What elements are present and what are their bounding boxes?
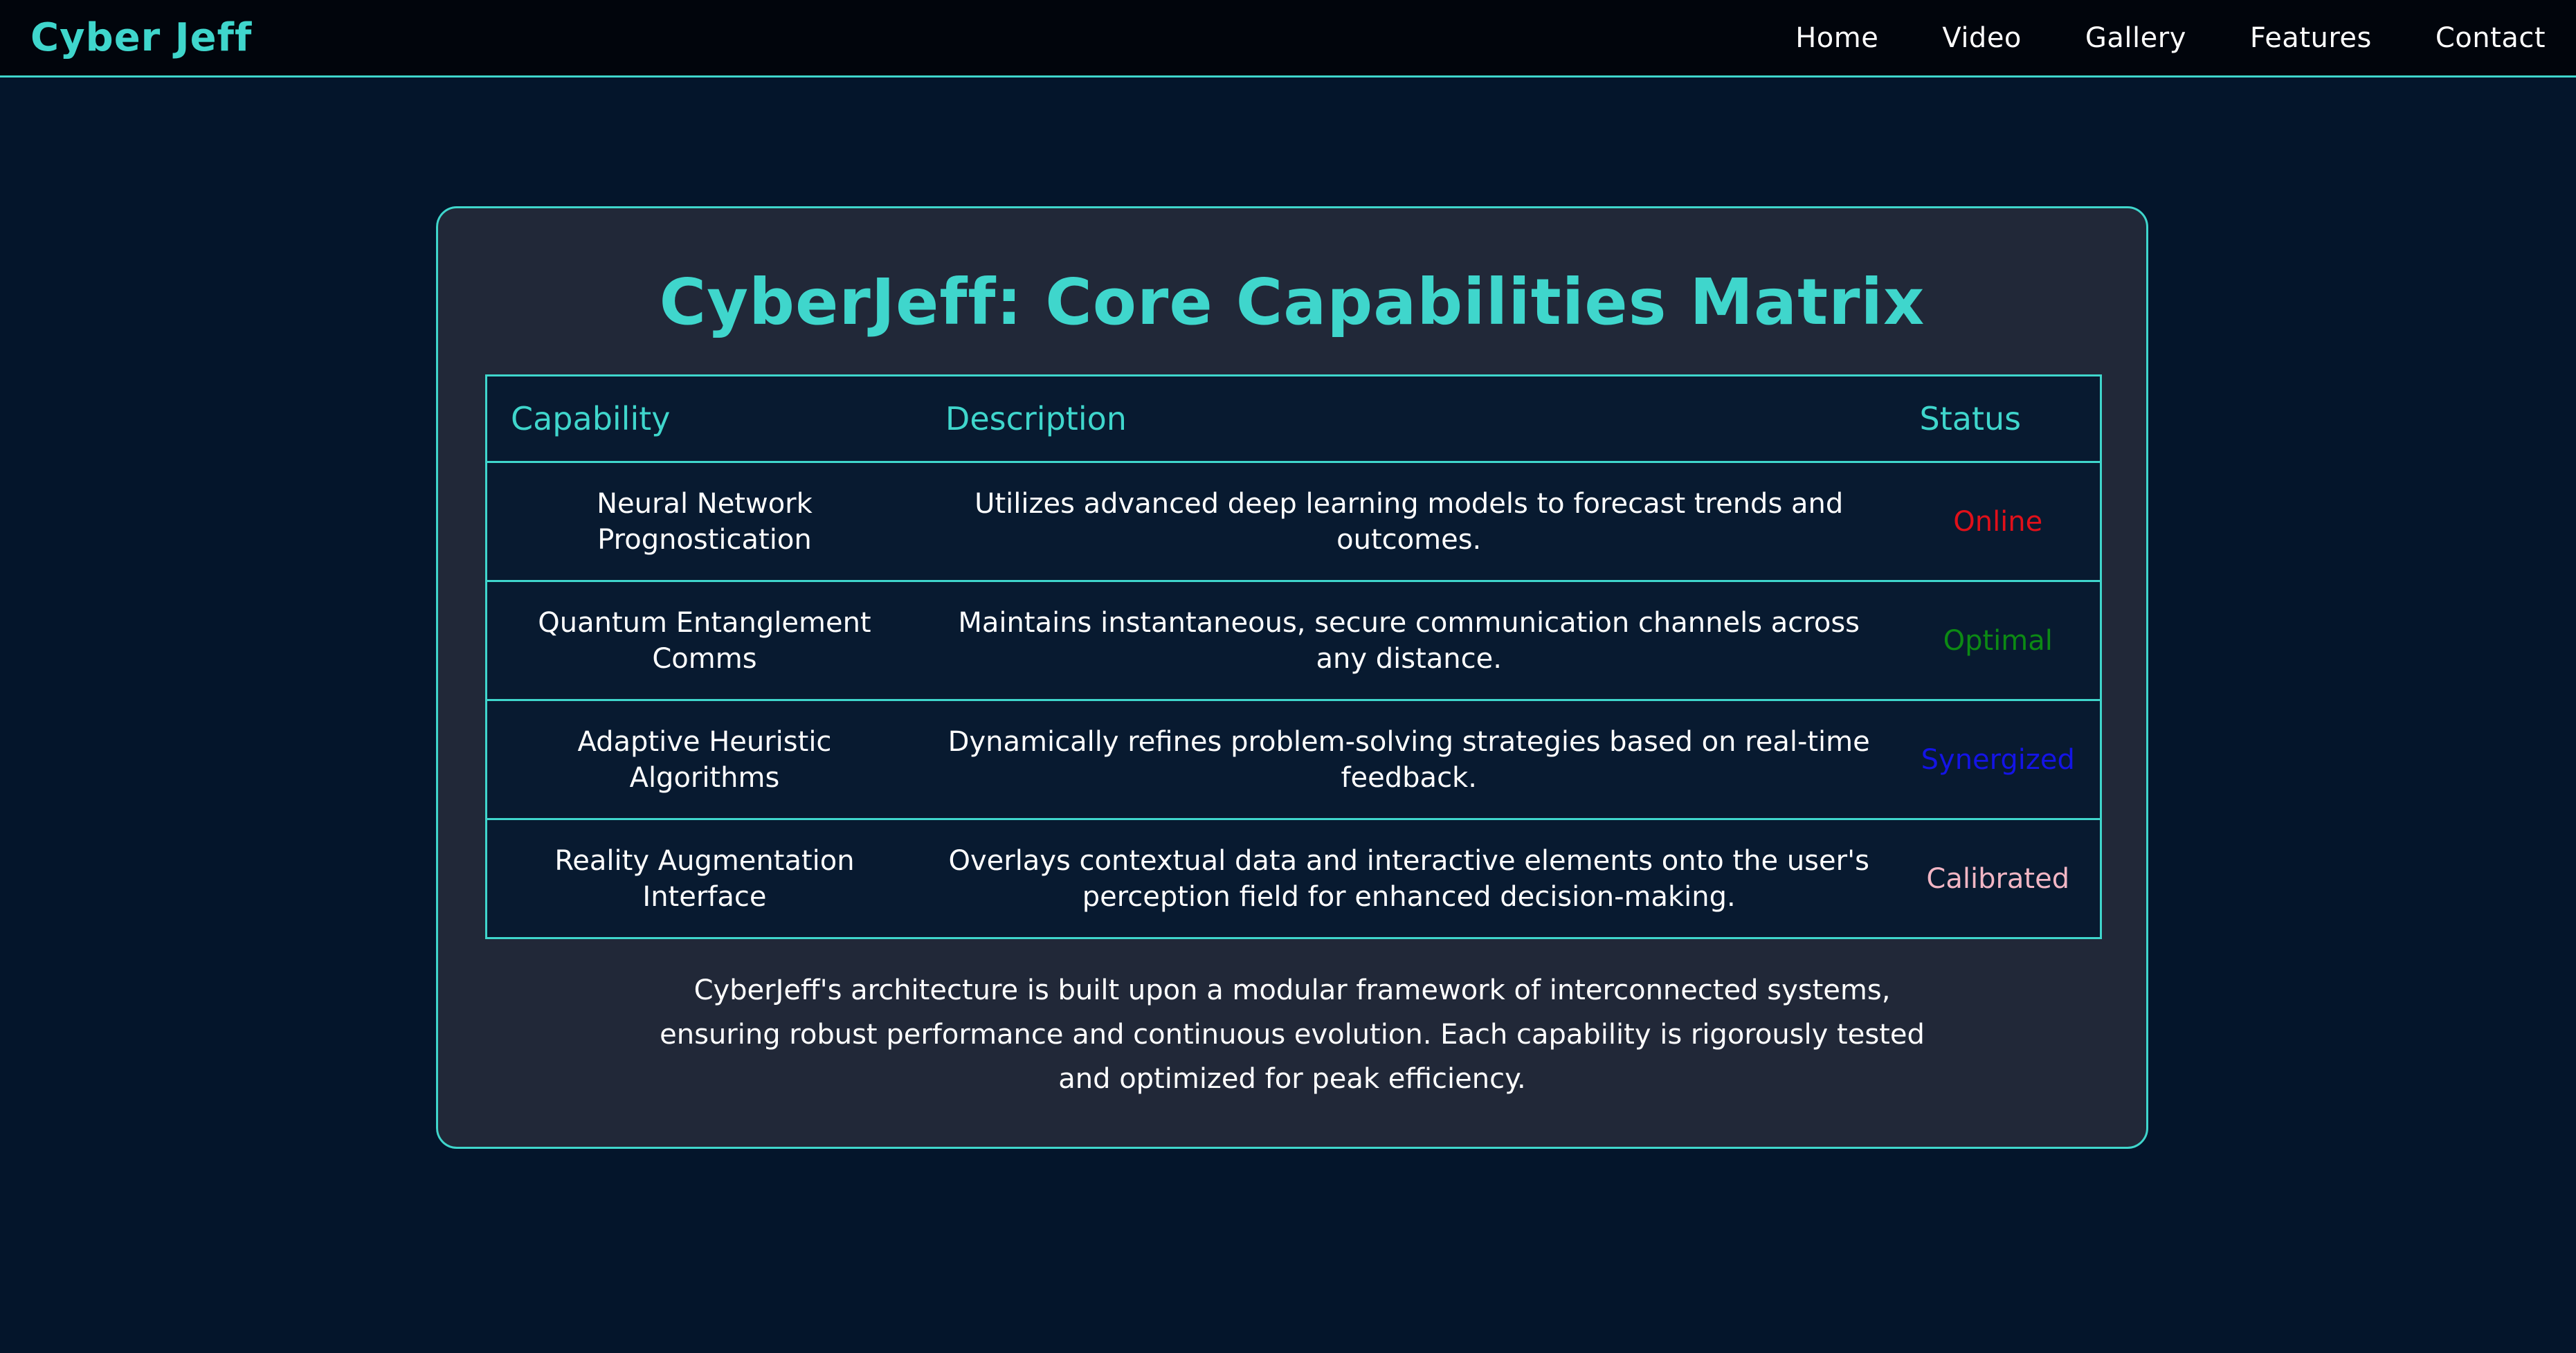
- capability-cell: Quantum Entanglement Comms: [486, 581, 922, 701]
- capabilities-panel: CyberJeff: Core Capabilities Matrix Capa…: [436, 206, 2148, 1149]
- header-capability: Capability: [486, 375, 922, 463]
- header-description: Description: [921, 375, 1896, 463]
- description-cell: Maintains instantaneous, secure communic…: [921, 581, 1896, 701]
- nav-link-gallery[interactable]: Gallery: [2085, 22, 2186, 54]
- table-header-row: Capability Description Status: [486, 375, 2101, 463]
- status-cell: Online: [1896, 462, 2101, 582]
- table-row: Adaptive Heuristic Algorithms Dynamicall…: [486, 700, 2101, 820]
- capabilities-table: Capability Description Status Neural Net…: [485, 374, 2102, 939]
- header-status: Status: [1896, 375, 2101, 463]
- top-navbar: Cyber Jeff Home Video Gallery Features C…: [0, 0, 2576, 78]
- table-row: Quantum Entanglement Comms Maintains ins…: [486, 581, 2101, 701]
- capability-cell: Reality Augmentation Interface: [554, 844, 855, 913]
- table-row: Neural Network Prognostication Utilizes …: [486, 462, 2101, 582]
- description-cell: Utilizes advanced deep learning models t…: [921, 462, 1896, 582]
- description-cell: Overlays contextual data and interactive…: [948, 844, 1869, 913]
- status-cell: Calibrated: [1926, 862, 2070, 895]
- nav-link-home[interactable]: Home: [1795, 22, 1878, 54]
- capability-cell: Adaptive Heuristic Algorithms: [486, 700, 922, 820]
- panel-title: CyberJeff: Core Capabilities Matrix: [659, 265, 1925, 339]
- capability-cell: Neural Network Prognostication: [486, 462, 922, 582]
- architecture-description: CyberJeff's architecture is built upon a…: [660, 974, 1925, 1095]
- nav-link-video[interactable]: Video: [1942, 22, 2022, 54]
- status-cell: Synergized: [1896, 700, 2101, 820]
- description-cell: Dynamically refines problem-solving stra…: [921, 700, 1896, 820]
- brand-logo[interactable]: Cyber Jeff: [30, 15, 252, 60]
- table-row: Reality Augmentation Interface Overlays …: [487, 819, 2101, 938]
- nav-link-features[interactable]: Features: [2250, 22, 2372, 54]
- nav-link-contact[interactable]: Contact: [2436, 22, 2546, 54]
- status-cell: Optimal: [1896, 581, 2101, 701]
- nav-links: Home Video Gallery Features Contact: [1732, 22, 2546, 54]
